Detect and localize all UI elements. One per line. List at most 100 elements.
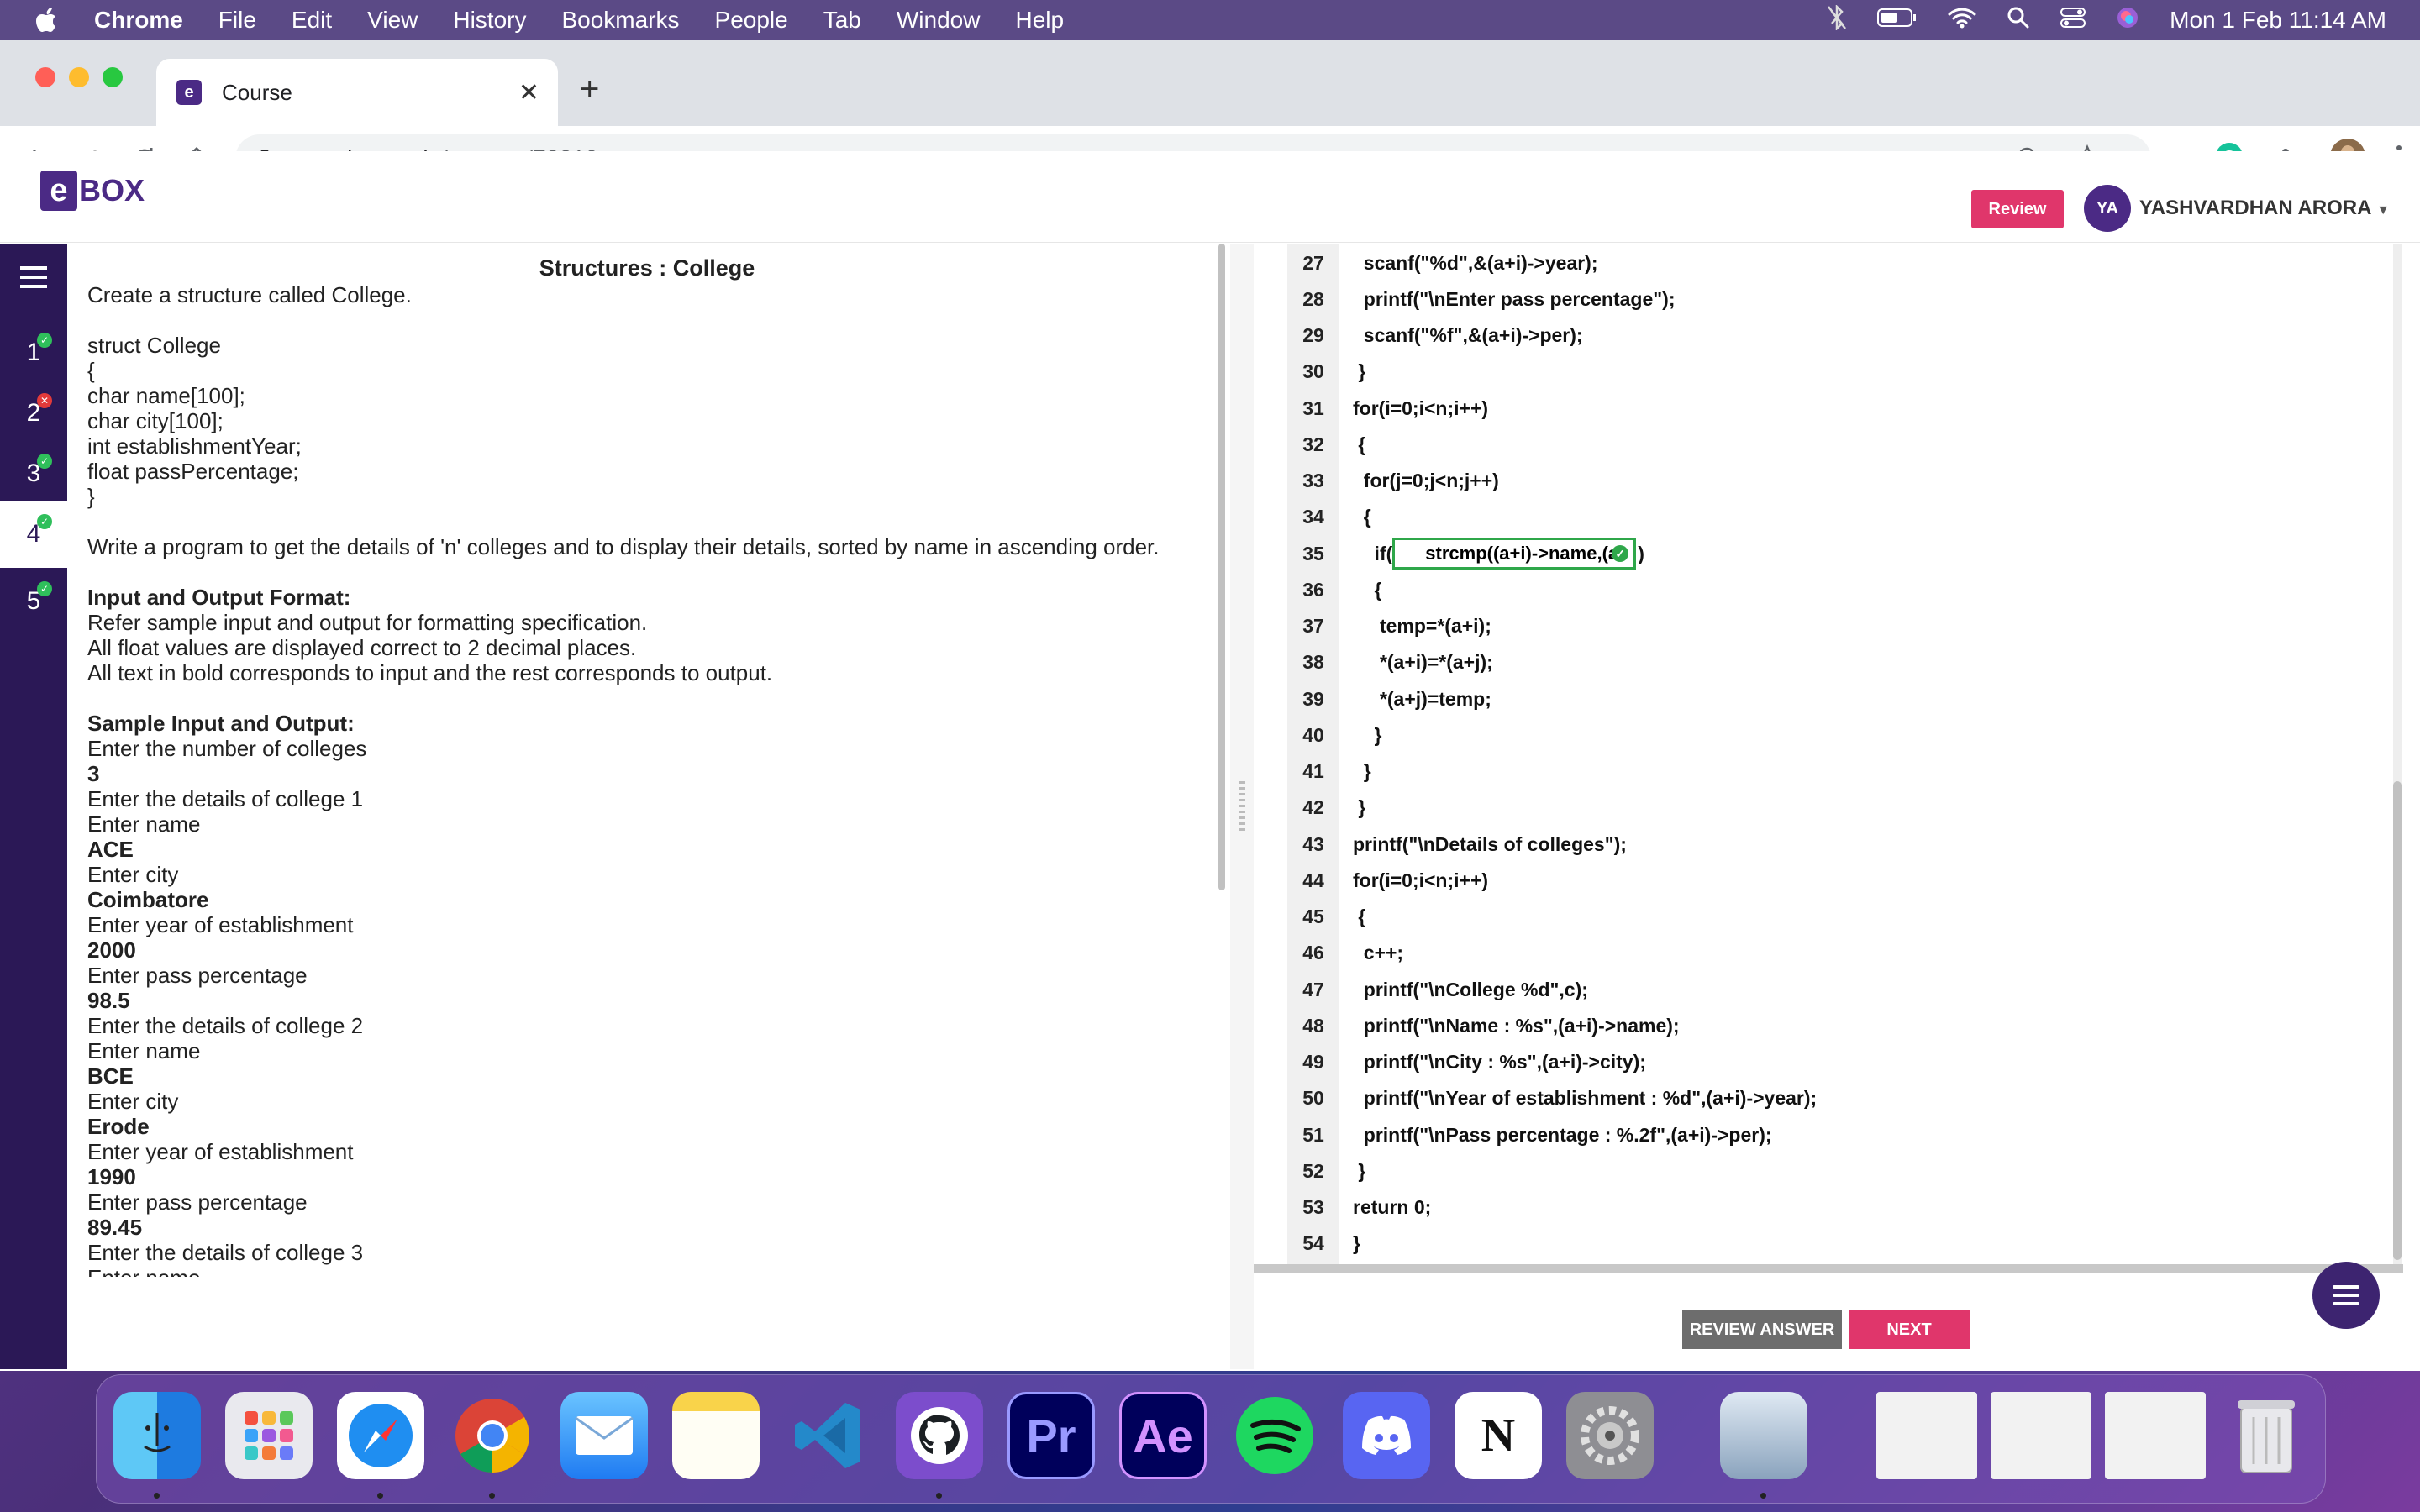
menu-chrome[interactable]: Chrome [94, 7, 183, 34]
close-tab-icon[interactable]: ✕ [518, 78, 539, 108]
question-panel[interactable]: Structures : College Create a structure … [67, 244, 1227, 1277]
mail-icon[interactable] [560, 1392, 648, 1479]
code-line[interactable]: 43 printf("\nDetails of colleges"); [1287, 827, 2396, 862]
system-preferences-icon[interactable] [1566, 1392, 1654, 1479]
wifi-icon[interactable] [1948, 7, 1976, 34]
spotify-icon[interactable] [1231, 1392, 1318, 1479]
notes-icon[interactable] [672, 1392, 760, 1479]
editor-horizontal-scrollbar[interactable] [1254, 1264, 2403, 1273]
preview-icon[interactable] [1720, 1392, 1807, 1479]
review-answer-button[interactable]: REVIEW ANSWER [1682, 1310, 1842, 1349]
code-line[interactable]: 44 for(i=0;i<n;i++) [1287, 863, 2396, 898]
question-line: Enter pass percentage [87, 1189, 308, 1215]
battery-icon[interactable] [1877, 7, 1918, 34]
control-center-icon[interactable] [2060, 7, 2086, 34]
code-line[interactable]: 30 } [1287, 354, 2396, 390]
code-line[interactable]: 37 temp=*(a+i); [1287, 609, 2396, 644]
zoom-window-button[interactable] [103, 67, 123, 87]
menu-people[interactable]: People [715, 7, 788, 34]
sidebar-question-1[interactable]: 1 ✓ [0, 319, 67, 386]
code-line[interactable]: 39 *(a+j)=temp; [1287, 681, 2396, 717]
panel-splitter[interactable] [1230, 244, 1254, 1369]
code-line[interactable]: 32 { [1287, 427, 2396, 462]
code-line[interactable]: 49 printf("\nCity : %s",(a+i)->city); [1287, 1045, 2396, 1080]
code-line[interactable]: 27 scanf("%d",&(a+i)->year); [1287, 245, 2396, 281]
sidebar-question-3[interactable]: 3 ✓ [0, 440, 67, 507]
menu-window[interactable]: Window [897, 7, 981, 34]
user-name-menu[interactable]: YASHVARDHAN ARORA ▼ [2139, 197, 2390, 220]
code-line[interactable]: 38 *(a+i)=*(a+j); [1287, 645, 2396, 680]
trash-icon[interactable] [2223, 1392, 2310, 1479]
vscode-icon[interactable] [784, 1392, 871, 1479]
menu-help[interactable]: Help [1015, 7, 1064, 34]
running-indicator [936, 1493, 942, 1499]
minimize-window-button[interactable] [69, 67, 89, 87]
code-line[interactable]: 35 if(strcmp((a+i)->name,(a ✓) [1287, 536, 2396, 571]
bluetooth-off-icon[interactable] [1827, 3, 1847, 36]
answer-blank-input[interactable]: strcmp((a+i)->name,(a ✓ [1392, 538, 1637, 570]
drag-handle-icon[interactable] [1239, 781, 1245, 832]
ebox-logo[interactable]: e BOX [40, 170, 145, 212]
code-line[interactable]: 54} [1287, 1226, 2396, 1262]
review-button[interactable]: Review [1971, 190, 2064, 228]
line-number: 44 [1302, 869, 1324, 891]
new-tab-button[interactable]: + [580, 72, 599, 106]
notion-icon[interactable]: N [1455, 1392, 1542, 1479]
menu-bookmarks[interactable]: Bookmarks [561, 7, 679, 34]
menu-history[interactable]: History [453, 7, 526, 34]
finder-icon[interactable] [113, 1392, 201, 1479]
menu-view[interactable]: View [367, 7, 418, 34]
menubar-datetime[interactable]: Mon 1 Feb 11:14 AM [2170, 7, 2386, 34]
launchpad-icon[interactable] [225, 1392, 313, 1479]
hamburger-menu-icon[interactable] [0, 244, 67, 311]
github-desktop-icon[interactable] [896, 1392, 983, 1479]
code-line[interactable]: 52 } [1287, 1153, 2396, 1189]
check-icon: ✓ [37, 454, 52, 469]
code-line[interactable]: 45 { [1287, 900, 2396, 935]
floating-menu-button[interactable] [2312, 1262, 2380, 1329]
minimized-window-thumbnail[interactable] [2105, 1392, 2206, 1479]
code-line[interactable]: 28 printf("\nEnter pass percentage"); [1287, 281, 2396, 317]
close-window-button[interactable] [35, 67, 55, 87]
question-scrollbar[interactable] [1218, 244, 1225, 890]
minimized-window-thumbnail[interactable] [1876, 1392, 1977, 1479]
browser-tab-course[interactable]: e Course ✕ [156, 59, 558, 126]
code-line[interactable]: 42 } [1287, 790, 2396, 826]
code-line[interactable]: 29 scanf("%f",&(a+i)->per); [1287, 318, 2396, 354]
discord-icon[interactable] [1343, 1392, 1430, 1479]
code-line[interactable]: 51 printf("\nPass percentage : %.2f",(a+… [1287, 1117, 2396, 1152]
menu-tab[interactable]: Tab [823, 7, 861, 34]
spotlight-search-icon[interactable] [2007, 6, 2030, 35]
code-line[interactable]: 34 { [1287, 500, 2396, 535]
code-line[interactable]: 31 for(i=0;i<n;i++) [1287, 391, 2396, 426]
code-line[interactable]: 33 for(j=0;j<n;j++) [1287, 464, 2396, 499]
code-line[interactable]: 46 c++; [1287, 936, 2396, 971]
next-button[interactable]: NEXT [1849, 1310, 1970, 1349]
sidebar-question-5[interactable]: 5 ✓ [0, 568, 67, 635]
scrollbar-thumb[interactable] [2393, 781, 2402, 1260]
chrome-icon[interactable] [449, 1392, 536, 1479]
sidebar-question-4[interactable]: 4 ✓ [0, 501, 67, 568]
question-line: char name[100]; [87, 383, 245, 408]
code-editor[interactable]: 27 scanf("%d",&(a+i)->year); 28 printf("\… [1254, 244, 2403, 1268]
menu-file[interactable]: File [218, 7, 256, 34]
premiere-pro-icon[interactable]: Pr [1007, 1392, 1095, 1479]
apple-icon[interactable] [35, 7, 60, 34]
user-avatar[interactable]: YA [2084, 185, 2131, 232]
code-text: { [1353, 433, 1366, 455]
code-line[interactable]: 47 printf("\nCollege %d",c); [1287, 972, 2396, 1007]
code-line[interactable]: 53 return 0; [1287, 1190, 2396, 1226]
safari-icon[interactable] [337, 1392, 424, 1479]
after-effects-icon[interactable]: Ae [1119, 1392, 1207, 1479]
sidebar-question-2[interactable]: 2 ✕ [0, 380, 67, 447]
siri-icon[interactable] [2116, 6, 2139, 35]
running-indicator [377, 1493, 383, 1499]
minimized-window-thumbnail[interactable] [1991, 1392, 2091, 1479]
code-line[interactable]: 50 printf("\nYear of establishment : %d"… [1287, 1081, 2396, 1116]
editor-vertical-scrollbar[interactable] [2393, 244, 2402, 1268]
code-line[interactable]: 41 } [1287, 754, 2396, 790]
menu-edit[interactable]: Edit [292, 7, 332, 34]
code-line[interactable]: 40 } [1287, 717, 2396, 753]
code-line[interactable]: 36 { [1287, 572, 2396, 607]
code-line[interactable]: 48 printf("\nName : %s",(a+i)->name); [1287, 1008, 2396, 1043]
